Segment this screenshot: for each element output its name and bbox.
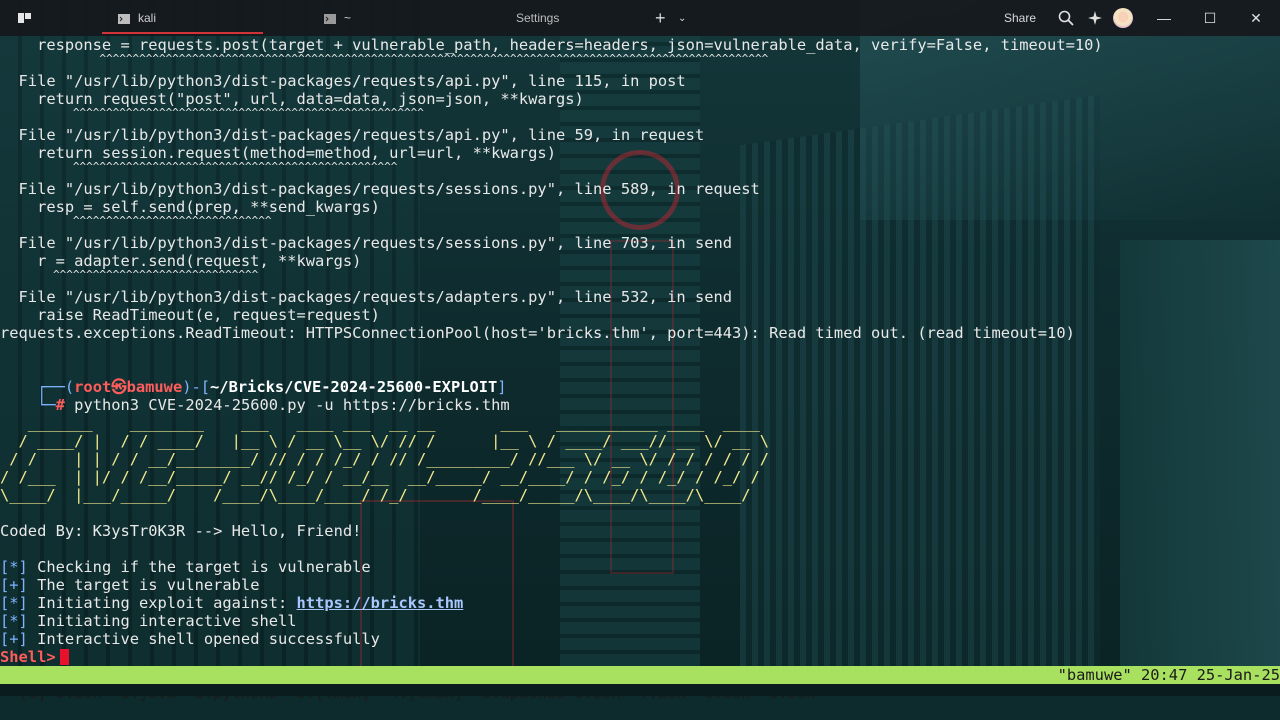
avatar[interactable] <box>1113 0 1133 36</box>
output-line: File "/usr/lib/python3/dist-packages/req… <box>0 288 733 306</box>
shell-prompt-line[interactable]: Shell> <box>0 648 69 666</box>
status-line: [+] The target is vulnerable <box>0 576 259 594</box>
tab-kali[interactable]: kali <box>102 0 263 36</box>
status-tag: [+] <box>0 576 28 594</box>
command-text: python3 CVE-2024-25600.py -u https://bri… <box>64 396 510 414</box>
error-line: requests.exceptions.ReadTimeout: HTTPSCo… <box>0 324 1075 342</box>
tab-settings[interactable]: Settings <box>516 0 559 36</box>
banner-line: \____/ |___/_____/ /____/\____/____/ /_/… <box>0 486 751 504</box>
command-line: └─# python3 CVE-2024-25600.py -u https:/… <box>0 378 510 414</box>
prompt-hash: # <box>55 396 65 414</box>
output-line: File "/usr/lib/python3/dist-packages/req… <box>0 72 686 90</box>
output-line: File "/usr/lib/python3/dist-packages/req… <box>0 234 733 252</box>
plus-icon[interactable]: + <box>655 0 666 36</box>
status-line: [*] Initiating exploit against: https://… <box>0 594 463 612</box>
output-line: ^^^^^^^^^^^^^^^^^^^^^^^^^^^^^^^^^^^^^^^^… <box>0 52 769 65</box>
search-icon[interactable] <box>1058 0 1074 36</box>
bottom-edge <box>0 684 1280 696</box>
tab-label: ~ <box>344 11 352 25</box>
terminal-icon <box>118 13 130 24</box>
status-text: Initiating interactive shell <box>27 612 297 630</box>
output-line: File "/usr/lib/python3/dist-packages/req… <box>0 180 760 198</box>
terminal-icon <box>324 13 336 24</box>
tab-label: kali <box>138 11 157 25</box>
status-tag: [+] <box>0 630 28 648</box>
status-line: [*] Checking if the target is vulnerable <box>0 558 371 576</box>
shell-prompt: Shell> <box>0 648 56 666</box>
status-text: Interactive shell opened successfully <box>27 630 380 648</box>
status-text: The target is vulnerable <box>27 576 260 594</box>
prompt-line: ┌──(root㉿bamuwe)-[~/Bricks/CVE-2024-2560… <box>0 360 506 396</box>
minimize-icon[interactable]: — <box>1141 0 1187 36</box>
status-text: Checking if the target is vulnerable <box>27 558 371 576</box>
output-line: ^^^^^^^^^^^^^^^^^^^^^^^^^^^^^^ <box>0 214 272 227</box>
maximize-icon[interactable]: ☐ <box>1187 0 1233 36</box>
target-link[interactable]: https://bricks.thm <box>297 594 464 612</box>
status-text: Initiating exploit against: <box>27 594 297 612</box>
sparkle-icon[interactable] <box>1087 0 1103 36</box>
output-line: ^^^^^^^^^^^^^^^^^^^^^^^^^^^^^^^^^^^^^^^^… <box>0 160 398 173</box>
status-line: [+] Interactive shell opened successfull… <box>0 630 380 648</box>
terminal-output[interactable]: response = requests.post(target + vulner… <box>0 36 1280 666</box>
status-tag: [*] <box>0 612 28 630</box>
close-icon[interactable]: ✕ <box>1233 0 1279 36</box>
tab-home[interactable]: ~ <box>308 0 464 36</box>
terminal-app-icon[interactable] <box>18 0 32 36</box>
output-line: raise ReadTimeout(e, request=request) <box>0 306 380 324</box>
coded-by-line: Coded By: K3ysTr0K3R --> Hello, Friend! <box>0 522 362 540</box>
prompt-arrow: └─ <box>37 396 56 414</box>
share-button[interactable]: Share <box>1004 0 1036 36</box>
status-tag: [*] <box>0 558 28 576</box>
status-tag: [*] <box>0 594 28 612</box>
window-titlebar: kali ~ Settings + ⌄ Share — ☐ ✕ <box>0 0 1280 36</box>
banner-line: / /___ | |/ / /__/_____/ __// /_/ / __/_… <box>0 468 760 486</box>
output-line: ^^^^^^^^^^^^^^^^^^^^^^^^^^^^^^^^^^^^^^^^… <box>0 106 424 119</box>
status-line: [*] Initiating interactive shell <box>0 612 297 630</box>
tmux-status-bar: [1] 0:zsh 1:java 2:python3* 3:[tmux]- 4:… <box>0 666 1280 702</box>
banner-line: / / | | / / __/________/ // / / /_/ / //… <box>0 450 770 468</box>
output-line: ^^^^^^^^^^^^^^^^^^^^^^^^^^^^^^^ <box>0 268 259 281</box>
banner-line: / ____/ | / / ____/ |__ \ / __ \__ \/ //… <box>0 432 770 450</box>
tmux-session-info: "bamuwe" 20:47 25-Jan-25 <box>1057 666 1280 684</box>
text-cursor <box>59 649 69 665</box>
banner-line: _______ ________ ___ ____ ___ __ __ ___ … <box>0 414 760 432</box>
chevron-down-icon[interactable]: ⌄ <box>678 0 686 36</box>
output-line: File "/usr/lib/python3/dist-packages/req… <box>0 126 705 144</box>
